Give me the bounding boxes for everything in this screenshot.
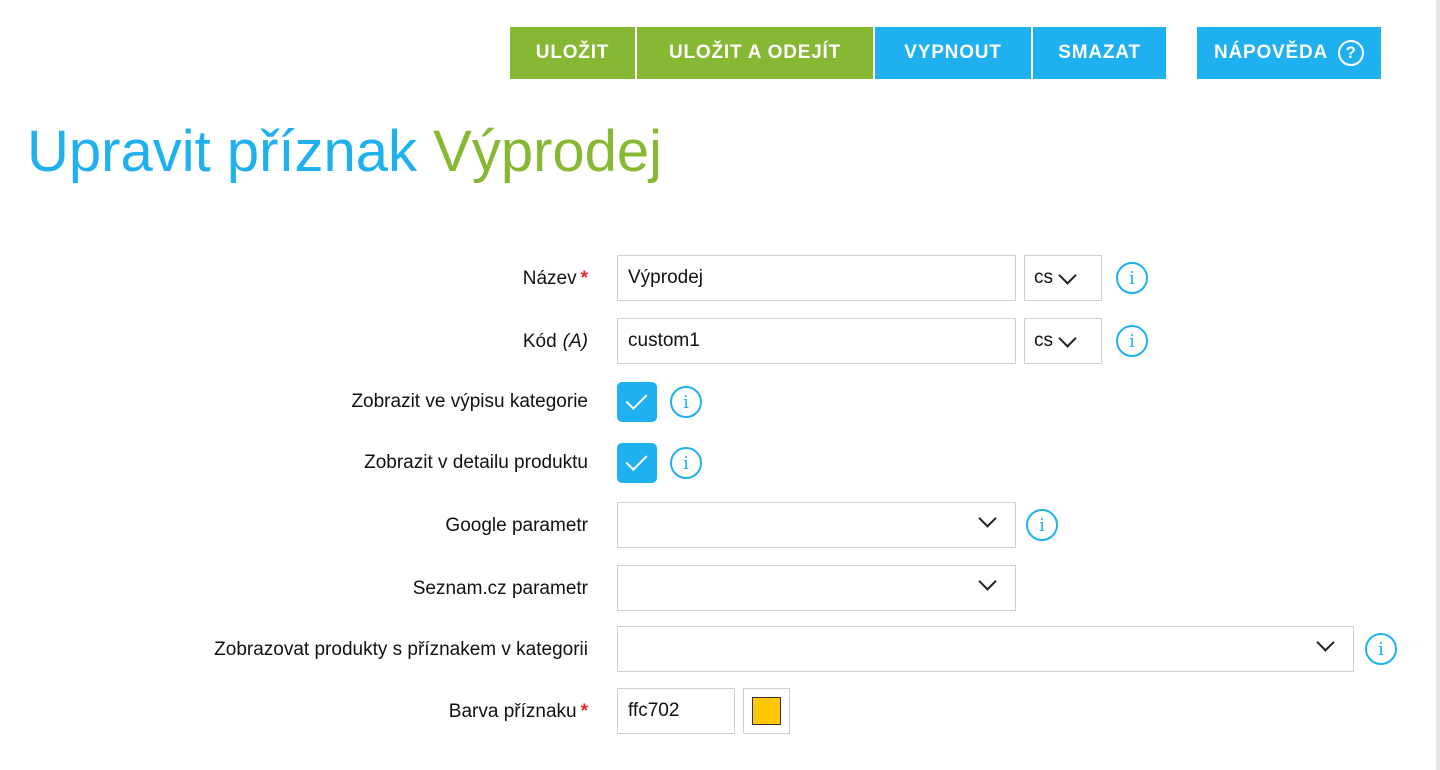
scrollbar-edge: [1436, 0, 1440, 770]
flag-color-input[interactable]: ffc702: [617, 688, 735, 734]
chevron-down-icon: [1316, 633, 1335, 652]
chevron-down-icon: [1058, 265, 1077, 285]
google-param-label: Google parametr: [445, 515, 588, 536]
chevron-down-icon: [1058, 328, 1077, 348]
chevron-down-icon: [978, 572, 997, 591]
page-title-prefix: Upravit příznak: [27, 119, 418, 184]
save-button[interactable]: ULOŽIT: [510, 27, 635, 79]
info-icon[interactable]: i: [1026, 509, 1058, 541]
code-hint: (A): [562, 331, 588, 352]
disable-button[interactable]: VYPNOUT: [875, 27, 1031, 79]
color-picker-button[interactable]: [743, 688, 790, 734]
question-icon: ?: [1338, 40, 1365, 66]
show-products-in-category-label: Zobrazovat produkty s příznakem v katego…: [214, 639, 588, 660]
show-in-category-list-label: Zobrazit ve výpisu kategorie: [351, 391, 588, 412]
show-products-in-category-select[interactable]: [617, 626, 1354, 672]
language-value: cs: [1034, 330, 1053, 351]
flag-color-label: Barva příznaku *: [448, 701, 588, 722]
show-in-product-detail-checkbox[interactable]: [617, 443, 657, 483]
info-icon[interactable]: i: [670, 386, 702, 418]
chevron-down-icon: [978, 509, 997, 528]
name-language-select[interactable]: cs: [1024, 255, 1102, 301]
help-button[interactable]: NÁPOVĚDA ?: [1197, 27, 1381, 79]
seznam-param-label: Seznam.cz parametr: [412, 578, 588, 599]
code-label: Kód (A): [522, 331, 588, 352]
google-param-select[interactable]: [617, 502, 1016, 548]
delete-button[interactable]: SMAZAT: [1033, 27, 1166, 79]
name-label: Název *: [522, 268, 588, 289]
required-mark: *: [580, 268, 588, 289]
code-language-select[interactable]: cs: [1024, 318, 1102, 364]
page-title-name: Výprodej: [433, 119, 663, 184]
checkmark-icon: [625, 449, 648, 471]
info-icon[interactable]: i: [1365, 633, 1397, 665]
name-input[interactable]: Výprodej: [617, 255, 1016, 301]
code-input[interactable]: custom1: [617, 318, 1016, 364]
required-mark: *: [580, 701, 588, 722]
info-icon[interactable]: i: [1116, 262, 1148, 294]
show-in-product-detail-label: Zobrazit v detailu produktu: [364, 452, 588, 473]
color-swatch: [752, 697, 781, 725]
info-icon[interactable]: i: [670, 447, 702, 479]
save-and-exit-button[interactable]: ULOŽIT A ODEJÍT: [637, 27, 873, 79]
show-in-category-list-checkbox[interactable]: [617, 382, 657, 422]
info-icon[interactable]: i: [1116, 325, 1148, 357]
checkmark-icon: [625, 388, 648, 410]
help-label: NÁPOVĚDA: [1213, 42, 1329, 63]
language-value: cs: [1034, 267, 1053, 288]
seznam-param-select[interactable]: [617, 565, 1016, 611]
page-title: Upravit příznak Výprodej: [27, 112, 662, 192]
